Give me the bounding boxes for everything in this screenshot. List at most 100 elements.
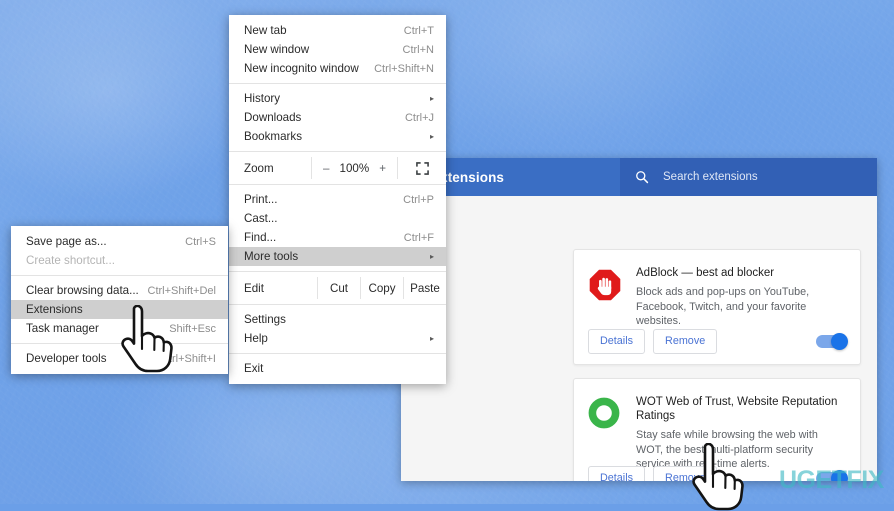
menu-item-shortcut: Ctrl+T (403, 24, 434, 37)
chevron-right-icon: ▸ (429, 131, 434, 141)
submenu-item-label: Task manager (26, 322, 99, 335)
toggle-knob (831, 333, 848, 350)
extension-description: Block ads and pop-ups on YouTube, Facebo… (636, 286, 810, 327)
search-placeholder-text: Search extensions (663, 171, 758, 183)
menu-item-history[interactable]: History ▸ (229, 89, 446, 108)
fullscreen-button[interactable] (398, 157, 446, 179)
zoom-level-value: 100% (339, 161, 370, 175)
extension-icon-wrap (588, 266, 626, 329)
menu-item-new-tab[interactable]: New tab Ctrl+T (229, 21, 446, 40)
submenu-item-shortcut: Ctrl+Shift+I (160, 352, 216, 365)
submenu-item-shortcut: Shift+Esc (169, 322, 216, 335)
extension-icon-wrap (588, 395, 626, 472)
menu-item-label: Downloads (244, 111, 302, 124)
menu-item-shortcut: Ctrl+Shift+N (374, 62, 434, 75)
menu-divider (229, 304, 446, 305)
extension-description: Stay safe while browsing the web with WO… (636, 429, 818, 470)
menu-item-cast[interactable]: Cast... (229, 209, 446, 228)
remove-button[interactable]: Remove (653, 466, 718, 481)
search-icon (636, 171, 649, 184)
menu-item-label: New incognito window (244, 62, 359, 75)
menu-item-find[interactable]: Find... Ctrl+F (229, 228, 446, 247)
submenu-item-shortcut: Ctrl+S (185, 235, 216, 248)
menu-item-bookmarks[interactable]: Bookmarks ▸ (229, 127, 446, 146)
submenu-item-label: Developer tools (26, 352, 107, 365)
submenu-item-label: Extensions (26, 303, 83, 316)
menu-item-label: Exit (244, 362, 264, 375)
extension-name: AdBlock — best ad blocker (636, 267, 775, 279)
submenu-divider (11, 275, 228, 276)
extension-card-content: WOT Web of Trust, Website Reputation Rat… (574, 379, 860, 472)
menu-item-downloads[interactable]: Downloads Ctrl+J (229, 108, 446, 127)
extension-card-content: AdBlock — best ad blocker Block ads and … (574, 250, 860, 329)
submenu-divider (11, 343, 228, 344)
menu-item-help[interactable]: Help ▸ (229, 329, 446, 348)
menu-item-label: Cast... (244, 212, 278, 225)
menu-item-print[interactable]: Print... Ctrl+P (229, 190, 446, 209)
menu-item-new-incognito-window[interactable]: New incognito window Ctrl+Shift+N (229, 59, 446, 78)
menu-item-label: Bookmarks (244, 130, 302, 143)
copy-button[interactable]: Copy (360, 277, 403, 299)
chevron-right-icon: ▸ (429, 251, 434, 261)
menu-item-settings[interactable]: Settings (229, 310, 446, 329)
zoom-controls: – 100% + (311, 157, 398, 179)
zoom-out-button[interactable]: – (323, 162, 329, 175)
menu-item-shortcut: Ctrl+N (402, 43, 434, 56)
submenu-item-task-manager[interactable]: Task manager Shift+Esc (11, 319, 228, 338)
paste-button[interactable]: Paste (403, 277, 446, 299)
menu-row-zoom: Zoom – 100% + (229, 157, 446, 179)
extension-card-adblock: AdBlock — best ad blocker Block ads and … (573, 249, 861, 365)
chevron-right-icon: ▸ (429, 93, 434, 103)
chrome-main-menu: New tab Ctrl+T New window Ctrl+N New inc… (229, 15, 446, 384)
extension-text-block: WOT Web of Trust, Website Reputation Rat… (626, 395, 846, 472)
extensions-header: Extensions Search extensions (401, 158, 877, 196)
submenu-item-label: Clear browsing data... (26, 284, 139, 297)
enable-toggle[interactable] (816, 333, 848, 350)
zoom-in-button[interactable]: + (379, 162, 386, 175)
watermark-logo: UGETFIX (779, 466, 884, 494)
chevron-right-icon: ▸ (429, 333, 434, 343)
submenu-item-clear-browsing-data[interactable]: Clear browsing data... Ctrl+Shift+Del (11, 281, 228, 300)
menu-item-label: Print... (244, 193, 278, 206)
more-tools-submenu: Save page as... Ctrl+S Create shortcut..… (11, 226, 228, 374)
menu-item-shortcut: Ctrl+P (403, 193, 434, 206)
wot-ring-icon (588, 397, 620, 429)
menu-divider (229, 151, 446, 152)
extension-text-block: AdBlock — best ad blocker Block ads and … (626, 266, 846, 329)
menu-divider (229, 184, 446, 185)
extensions-list: AdBlock — best ad blocker Block ads and … (401, 196, 877, 481)
remove-button[interactable]: Remove (653, 329, 718, 354)
extension-card-actions: Details Remove (574, 329, 860, 354)
menu-divider (229, 83, 446, 84)
details-button[interactable]: Details (588, 466, 646, 481)
details-button[interactable]: Details (588, 329, 646, 354)
menu-item-label: New window (244, 43, 310, 56)
submenu-item-extensions[interactable]: Extensions (11, 300, 228, 319)
menu-item-label: Settings (244, 313, 286, 326)
menu-item-label: New tab (244, 24, 287, 37)
menu-item-label: Find... (244, 231, 277, 244)
menu-item-exit[interactable]: Exit (229, 359, 446, 378)
submenu-item-shortcut: Ctrl+Shift+Del (147, 284, 216, 297)
adblock-stop-hand-icon (589, 269, 621, 301)
menu-divider (229, 271, 446, 272)
menu-row-edit: Edit Cut Copy Paste (229, 277, 446, 299)
submenu-item-label: Create shortcut... (26, 254, 115, 267)
submenu-item-developer-tools[interactable]: Developer tools Ctrl+Shift+I (11, 349, 228, 368)
search-input[interactable]: Search extensions (620, 158, 877, 196)
edit-label: Edit (244, 281, 264, 295)
menu-item-shortcut: Ctrl+F (403, 231, 434, 244)
menu-item-more-tools[interactable]: More tools ▸ (229, 247, 446, 266)
menu-item-label: More tools (244, 250, 299, 263)
fullscreen-icon (415, 161, 429, 175)
zoom-label: Zoom (244, 161, 274, 175)
submenu-item-save-page-as[interactable]: Save page as... Ctrl+S (11, 232, 228, 251)
menu-divider (229, 353, 446, 354)
menu-item-shortcut: Ctrl+J (404, 111, 434, 124)
cut-button[interactable]: Cut (317, 277, 360, 299)
extension-name: WOT Web of Trust, Website Reputation Rat… (636, 396, 838, 422)
menu-item-label: History (244, 92, 281, 105)
menu-item-new-window[interactable]: New window Ctrl+N (229, 40, 446, 59)
menu-item-label: Help (244, 332, 268, 345)
submenu-item-label: Save page as... (26, 235, 107, 248)
